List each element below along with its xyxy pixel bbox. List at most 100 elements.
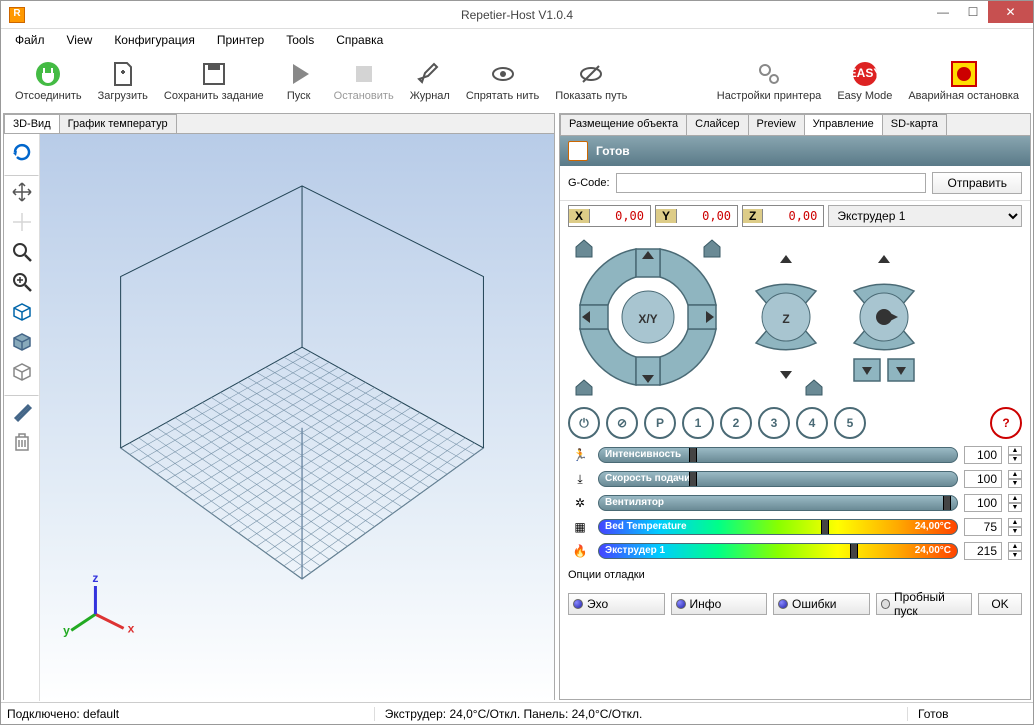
easy-mode-button[interactable]: EASY Easy Mode <box>831 58 898 104</box>
svg-text:X/Y: X/Y <box>638 312 657 326</box>
feedrate-slider[interactable]: Скорость подачи <box>598 471 958 487</box>
view3d-canvas[interactable]: grid <box>40 134 554 701</box>
play-icon <box>285 60 313 88</box>
pencil-icon <box>416 60 444 88</box>
tab-temperature-graph[interactable]: График температур <box>59 114 177 133</box>
easy-icon: EASY <box>851 60 879 88</box>
menu-config[interactable]: Конфигурация <box>108 31 201 49</box>
menu-help[interactable]: Справка <box>330 31 389 49</box>
wireframe-button[interactable] <box>8 358 36 386</box>
speed-slider[interactable]: Интенсивность <box>598 447 958 463</box>
quick-buttons-row: ⏻ ⊘ P 1 2 3 4 5 ? <box>560 403 1030 443</box>
xy-ring-downright[interactable] <box>660 329 716 385</box>
clear-edges-button[interactable] <box>8 398 36 426</box>
eye-icon <box>489 60 517 88</box>
gcode-input[interactable] <box>616 173 927 193</box>
printer-settings-button[interactable]: Настройки принтера <box>711 58 828 104</box>
close-button[interactable]: ✕ <box>988 1 1033 23</box>
script3-button[interactable]: 3 <box>758 407 790 439</box>
right-panel: Размещение объекта Слайсер Preview Управ… <box>559 113 1031 700</box>
titlebar: R Repetier-Host V1.0.4 — ☐ ✕ <box>1 1 1033 29</box>
debug-info-button[interactable]: Инфо <box>671 593 768 615</box>
svg-text:Z: Z <box>782 312 789 326</box>
show-travel-button[interactable]: Показать путь <box>549 58 633 104</box>
xy-move-pad: X/Y <box>568 237 728 397</box>
bed-spin[interactable]: ▲▼ <box>1008 518 1022 536</box>
svg-text:EASY: EASY <box>851 66 879 80</box>
debug-errors-button[interactable]: Ошибки <box>773 593 870 615</box>
menubar: Файл View Конфигурация Принтер Tools Спр… <box>1 29 1033 51</box>
load-button[interactable]: Загрузить <box>92 58 154 104</box>
home-xy-icon[interactable] <box>576 240 592 257</box>
tab-3d-view[interactable]: 3D-Вид <box>4 114 60 133</box>
emergency-stop-button[interactable]: Аварийная остановка <box>902 58 1025 104</box>
disconnect-button[interactable]: Отсоединить <box>9 58 88 104</box>
speed-spin[interactable]: ▲▼ <box>1008 446 1022 464</box>
move-view-button[interactable] <box>8 178 36 206</box>
fan-slider[interactable]: Вентилятор <box>598 495 958 511</box>
debug-echo-button[interactable]: Эхо <box>568 593 665 615</box>
speed-icon: 🏃 <box>568 448 592 462</box>
feedrate-spin[interactable]: ▲▼ <box>1008 470 1022 488</box>
zoom-fit-button[interactable] <box>8 268 36 296</box>
fan-spin[interactable]: ▲▼ <box>1008 494 1022 512</box>
script4-button[interactable]: 4 <box>796 407 828 439</box>
coord-z[interactable]: Z0,00 <box>742 205 824 227</box>
menu-printer[interactable]: Принтер <box>211 31 270 49</box>
extruder-spin[interactable]: ▲▼ <box>1008 542 1022 560</box>
speed-input[interactable] <box>964 446 1002 464</box>
fan-input[interactable] <box>964 494 1002 512</box>
motors-off-button[interactable]: ⊘ <box>606 407 638 439</box>
home-y-icon[interactable] <box>704 240 720 257</box>
zoom-button[interactable] <box>8 238 36 266</box>
tab-manual-control[interactable]: Управление <box>804 114 883 135</box>
extruder-temp-slider[interactable]: Экструдер 124,00°C <box>598 543 958 559</box>
feedrate-input[interactable] <box>964 470 1002 488</box>
minimize-button[interactable]: — <box>928 1 958 23</box>
extruder-select[interactable]: Экструдер 1 <box>828 205 1022 227</box>
menu-tools[interactable]: Tools <box>280 31 320 49</box>
maximize-button[interactable]: ☐ <box>958 1 988 23</box>
app-icon: R <box>9 7 25 23</box>
run-button[interactable]: Пуск <box>274 58 324 104</box>
tab-sdcard[interactable]: SD-карта <box>882 114 947 135</box>
rotate-view-button[interactable] <box>8 208 36 236</box>
script5-button[interactable]: 5 <box>834 407 866 439</box>
eye-slash-icon <box>577 60 605 88</box>
save-icon <box>200 60 228 88</box>
extruder-temp-input[interactable] <box>964 542 1002 560</box>
bed-temp-input[interactable] <box>964 518 1002 536</box>
perspective-button[interactable] <box>8 298 36 326</box>
power-button[interactable]: ⏻ <box>568 407 600 439</box>
svg-text:y: y <box>63 623 70 637</box>
emergency-icon <box>950 60 978 88</box>
park-button[interactable]: P <box>644 407 676 439</box>
stop-icon <box>350 60 378 88</box>
debug-dryrun-button[interactable]: Пробный пуск <box>876 593 973 615</box>
coord-y[interactable]: Y0,00 <box>655 205 738 227</box>
tab-object-placement[interactable]: Размещение объекта <box>560 114 687 135</box>
log-button[interactable]: Журнал <box>404 58 456 104</box>
xy-ring-downleft[interactable] <box>580 329 636 385</box>
menu-view[interactable]: View <box>61 31 99 49</box>
tab-slicer[interactable]: Слайсер <box>686 114 748 135</box>
send-button[interactable]: Отправить <box>932 172 1022 194</box>
script2-button[interactable]: 2 <box>720 407 752 439</box>
trash-button[interactable] <box>8 428 36 456</box>
home-x-icon[interactable] <box>576 380 592 395</box>
coord-x[interactable]: X0,00 <box>568 205 651 227</box>
home-z-icon[interactable] <box>806 380 822 395</box>
bed-icon: ▦ <box>568 520 592 534</box>
help-button[interactable]: ? <box>990 407 1022 439</box>
save-job-button[interactable]: Сохранить задание <box>158 58 270 104</box>
reset-view-button[interactable] <box>8 138 36 166</box>
hide-filament-button[interactable]: Спрятать нить <box>460 58 545 104</box>
debug-ok-button[interactable]: OK <box>978 593 1022 615</box>
script1-button[interactable]: 1 <box>682 407 714 439</box>
plug-icon <box>34 60 62 88</box>
stop-button[interactable]: Остановить <box>328 58 400 104</box>
iso-button[interactable] <box>8 328 36 356</box>
tab-preview[interactable]: Preview <box>748 114 805 135</box>
bed-temp-slider[interactable]: Bed Temperature24,00°C <box>598 519 958 535</box>
menu-file[interactable]: Файл <box>9 31 51 49</box>
